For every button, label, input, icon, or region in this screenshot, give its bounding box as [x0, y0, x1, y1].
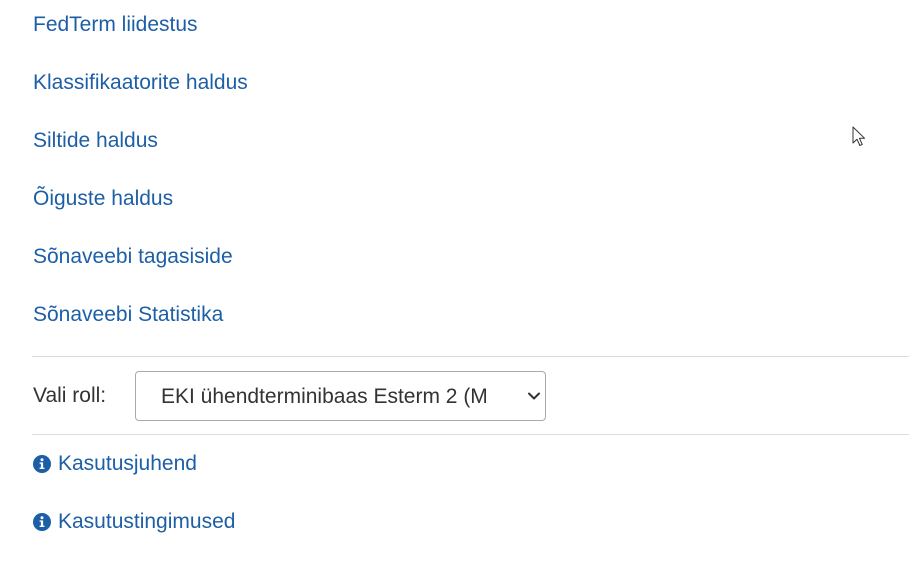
mouse-pointer-icon: [852, 126, 866, 146]
menu-link-tags[interactable]: Siltide haldus: [33, 128, 158, 154]
menu-link-classifiers[interactable]: Klassifikaatorite haldus: [33, 70, 248, 96]
help-link-user-guide-label: Kasutusjuhend: [58, 452, 197, 475]
menu-link-statistics[interactable]: Sõnaveebi Statistika: [33, 302, 223, 328]
role-selector-row: Vali roll: EKI ühendterminibaas Esterm 2…: [33, 370, 546, 422]
help-link-terms-of-use[interactable]: Kasutustingimused: [33, 509, 235, 535]
menu-link-fedterm[interactable]: FedTerm liidestus: [33, 12, 198, 38]
info-circle-icon: [33, 513, 51, 531]
chevron-down-icon: [528, 392, 540, 400]
divider-top: [32, 356, 909, 357]
help-link-user-guide[interactable]: Kasutusjuhend: [33, 451, 197, 477]
role-select-value: EKI ühendterminibaas Esterm 2 (M: [161, 385, 488, 408]
info-circle-icon: [33, 455, 51, 473]
menu-link-feedback[interactable]: Sõnaveebi tagasiside: [33, 244, 233, 270]
user-menu-panel: FedTerm liidestus Klassifikaatorite hald…: [0, 0, 909, 563]
divider-bottom: [32, 434, 909, 435]
menu-link-permissions[interactable]: Õiguste haldus: [33, 186, 173, 212]
help-link-terms-of-use-label: Kasutustingimused: [58, 510, 236, 533]
role-label: Vali roll:: [33, 384, 107, 407]
role-select[interactable]: EKI ühendterminibaas Esterm 2 (M: [135, 371, 546, 421]
